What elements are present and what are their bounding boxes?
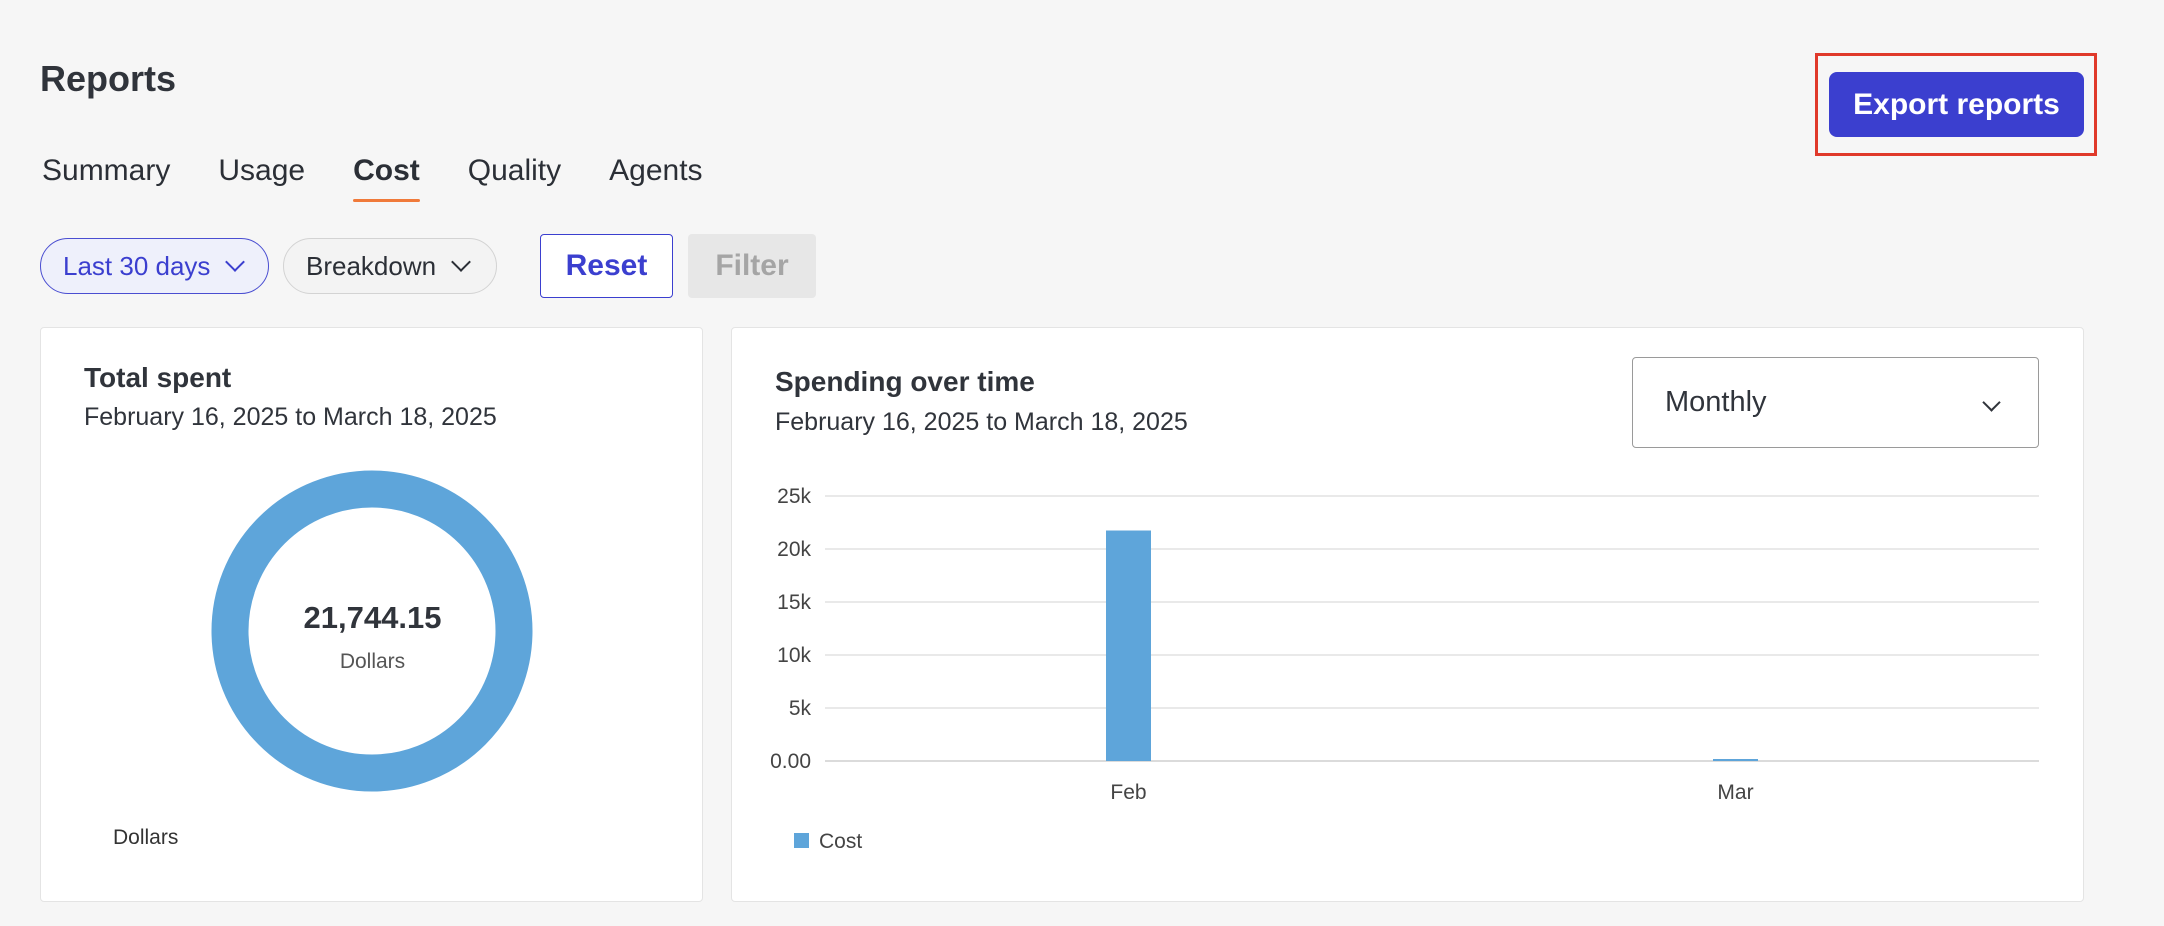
y-tick-label: 15k xyxy=(777,591,811,614)
legend-label: Cost xyxy=(819,830,862,853)
tab-usage[interactable]: Usage xyxy=(218,154,305,202)
export-reports-button[interactable]: Export reports xyxy=(1829,72,2084,137)
spending-over-time-card: Spending over time February 16, 2025 to … xyxy=(731,327,2084,902)
filter-button[interactable]: Filter xyxy=(688,234,816,298)
total-spent-value: 21,744.15 xyxy=(303,600,442,635)
tab-cost[interactable]: Cost xyxy=(353,154,420,202)
x-tick-label: Mar xyxy=(1717,781,1753,804)
period-dropdown[interactable]: Last 30 days xyxy=(40,238,269,294)
y-tick-label: 5k xyxy=(789,697,812,720)
period-label: Last 30 days xyxy=(63,250,211,281)
tab-summary[interactable]: Summary xyxy=(42,154,170,202)
x-tick-label: Feb xyxy=(1110,781,1146,804)
tab-agents[interactable]: Agents xyxy=(609,154,702,202)
y-tick-label: 20k xyxy=(777,538,811,561)
y-tick-label: 0.00 xyxy=(770,750,811,773)
report-tabs: Summary Usage Cost Quality Agents xyxy=(42,154,751,202)
reset-button[interactable]: Reset xyxy=(540,234,673,298)
donut-legend-label: Dollars xyxy=(113,826,179,849)
legend-swatch xyxy=(794,833,809,848)
chevron-down-icon xyxy=(225,252,246,272)
tab-quality[interactable]: Quality xyxy=(468,154,561,202)
total-spent-card: Total spent February 16, 2025 to March 1… xyxy=(40,327,703,902)
y-tick-label: 25k xyxy=(777,485,811,508)
spending-bar-chart: 0.00 5k 10k 15k 20k 25k Feb Mar Cost xyxy=(770,485,2039,853)
breakdown-dropdown[interactable]: Breakdown xyxy=(283,238,497,294)
chevron-down-icon xyxy=(451,252,471,272)
bar-feb[interactable] xyxy=(1106,530,1151,761)
total-spent-unit: Dollars xyxy=(339,650,406,673)
breakdown-label: Breakdown xyxy=(306,250,437,281)
page-title: Reports xyxy=(40,58,177,99)
y-tick-label: 10k xyxy=(777,644,811,667)
bar-mar[interactable] xyxy=(1713,759,1758,761)
